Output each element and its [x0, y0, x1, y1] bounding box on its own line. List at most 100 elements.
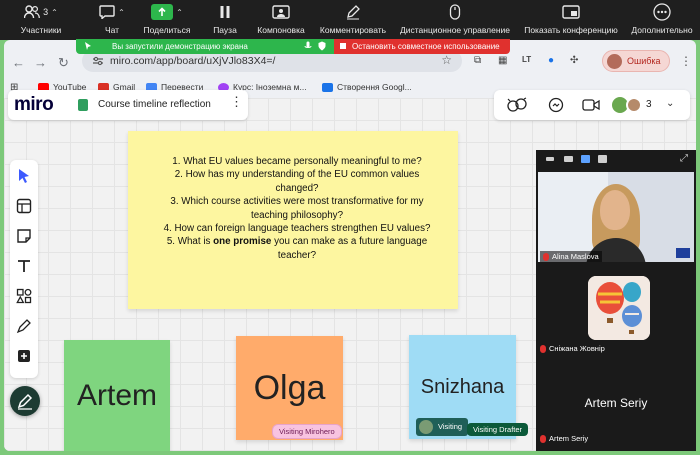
shapes-icon[interactable]: [16, 288, 32, 304]
security-icon[interactable]: [318, 41, 326, 51]
sticky-note-label: Artem: [76, 378, 157, 412]
stop-icon: [340, 43, 346, 49]
hot-air-balloon-icon: [588, 276, 650, 340]
avatar-balloons: [588, 276, 650, 340]
participant-name: Artem Seriy: [549, 434, 589, 443]
stop-sharing-label: Остановить совместное использование: [352, 42, 500, 51]
participants-label: Участники: [20, 25, 62, 35]
questions-sticky-note[interactable]: 1. What EU values became personally mean…: [128, 131, 458, 309]
board-name[interactable]: Course timeline reflection: [98, 99, 211, 110]
question-text: 5. What is: [166, 236, 214, 248]
sticky-note-label: Olga: [253, 368, 326, 407]
layout-button[interactable]: Компоновка: [254, 2, 308, 35]
mic-muted-icon[interactable]: [304, 41, 312, 51]
banner-icons: [304, 41, 326, 51]
pen-icon[interactable]: [16, 318, 32, 334]
profile-error-button[interactable]: Ошибка: [602, 50, 670, 72]
collaborator-count: 3: [646, 99, 652, 110]
avatar: [607, 54, 622, 69]
chevron-down-icon[interactable]: ⌃: [118, 8, 125, 17]
single-view-icon[interactable]: [564, 156, 573, 162]
video-tile-alina[interactable]: [538, 172, 694, 262]
participant-name-tag: Alina Maslova: [540, 251, 602, 262]
miro-logo[interactable]: miro: [14, 94, 54, 116]
pause-button[interactable]: Пауза: [208, 2, 242, 35]
comment-button[interactable]: Комментировать: [316, 2, 390, 35]
extensions-puzzle-icon[interactable]: ✣: [570, 55, 578, 66]
participants-count: 3: [43, 7, 49, 17]
reactions-icon[interactable]: [506, 97, 528, 113]
extension-dot-icon[interactable]: ●: [548, 55, 554, 66]
pencil-icon: [17, 393, 33, 410]
bookmark-star-icon[interactable]: ☆: [441, 53, 452, 67]
video-panel-header: ⤢: [536, 150, 696, 170]
question-bold-text: one promise: [213, 236, 272, 248]
list-item: 2. How has my understanding of the EU co…: [174, 169, 420, 194]
pause-label: Пауза: [213, 25, 237, 35]
chevron-down-icon[interactable]: ⌄: [666, 98, 674, 109]
mic-muted-icon: [543, 252, 549, 261]
stop-sharing-button[interactable]: Остановить совместное использование: [334, 39, 510, 54]
cursor-tag-drafter: Visiting Drafter: [467, 423, 529, 436]
cursor-tag-visiting: Visiting: [416, 418, 469, 436]
chat-icon: [99, 5, 115, 19]
site-settings-icon[interactable]: [92, 55, 104, 67]
board-menu-icon[interactable]: ⋮: [230, 94, 243, 110]
sticky-note-icon[interactable]: [16, 228, 32, 244]
show-conference-label: Показать конференцию: [524, 25, 618, 35]
screen-share-banner: Вы запустили демонстрацию экрана: [76, 39, 334, 54]
profile-error-label: Ошибка: [627, 56, 661, 66]
chat-button[interactable]: ⌃ Чат: [92, 2, 132, 35]
participant-big-name: Artem Seriy: [584, 396, 648, 410]
add-more-icon[interactable]: [16, 348, 32, 364]
minimize-icon[interactable]: [546, 157, 554, 161]
question-list: 1. What EU values became personally mean…: [156, 155, 438, 262]
list-item: 3. Which course activities were most tra…: [170, 196, 424, 221]
participants-button[interactable]: 3 ⌃ Участники: [18, 2, 64, 35]
layout-label: Компоновка: [257, 25, 305, 35]
extension-lt-icon[interactable]: LT: [522, 55, 531, 64]
text-icon[interactable]: [16, 258, 32, 274]
back-arrow-icon[interactable]: ←: [12, 55, 25, 70]
remote-control-button[interactable]: Дистанционное управление: [396, 2, 514, 35]
more-button[interactable]: Дополнительно: [628, 2, 696, 35]
chat-bubble-icon[interactable]: [548, 97, 564, 113]
forward-arrow-icon[interactable]: →: [34, 55, 47, 70]
avatar[interactable]: [626, 97, 642, 113]
video-call-icon[interactable]: [582, 97, 600, 113]
participant-name-tag: Сніжана Жовнір: [540, 344, 605, 353]
bookmark-google-docs[interactable]: Створення Googl...: [322, 82, 412, 92]
select-cursor-icon[interactable]: [16, 168, 32, 184]
participants-icon: [24, 5, 41, 19]
share-button[interactable]: ⌃ Поделиться: [140, 2, 194, 35]
extension-grid-icon[interactable]: ▦: [498, 55, 507, 66]
strip-view-icon[interactable]: [598, 155, 607, 163]
board-doc-icon: [78, 99, 88, 111]
chevron-down-icon[interactable]: ⌃: [51, 8, 58, 17]
miro-toolbar: [10, 160, 38, 378]
collaboration-toolbar: 3 ⌄: [494, 90, 690, 120]
share-screen-icon: [151, 4, 174, 20]
pause-icon: [220, 6, 230, 18]
board-title-bar: miro Course timeline reflection ⋮: [8, 90, 248, 120]
pin-icon[interactable]: [82, 41, 92, 51]
chevron-down-icon[interactable]: ⌃: [176, 8, 183, 17]
pencil-icon: [347, 5, 360, 20]
extension-crop-icon[interactable]: ⧉: [474, 55, 481, 66]
drawing-pen-button[interactable]: [10, 386, 40, 416]
reload-icon[interactable]: ↻: [58, 55, 69, 71]
url-text: miro.com/app/board/uXjVJlo83X4=/: [110, 55, 276, 67]
list-item: 5. What is one promise you can make as a…: [156, 235, 438, 262]
expand-icon[interactable]: ⤢: [680, 153, 688, 164]
remote-control-label: Дистанционное управление: [399, 25, 510, 35]
gallery-view-icon[interactable]: [581, 155, 590, 163]
show-conference-button[interactable]: Показать конференцию: [520, 2, 622, 35]
list-item: 1. What EU values became personally mean…: [172, 156, 422, 167]
sticky-note-artem[interactable]: Artem: [64, 340, 170, 451]
templates-icon[interactable]: [16, 198, 32, 214]
browser-menu-icon[interactable]: ⋮: [680, 54, 692, 68]
video-panel: ⤢ Alina Maslova Сніжана Жовнір Artem Ser…: [536, 150, 696, 451]
zoom-toolbar: 3 ⌃ Участники ⌃ Чат ⌃ Поделиться Пауза К…: [0, 0, 700, 40]
participant-name: Alina Maslova: [552, 252, 599, 261]
list-item: 4. How can foreign language teachers str…: [163, 223, 431, 235]
